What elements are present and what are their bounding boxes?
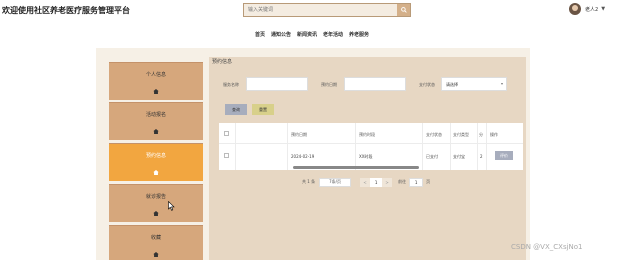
home-icon <box>153 129 159 134</box>
site-title: 欢迎使用社区养老医疗服务管理平台 <box>2 6 130 15</box>
search-box <box>243 3 411 17</box>
avatar <box>569 3 581 15</box>
home-icon <box>153 211 159 216</box>
table-col-divider <box>287 123 288 170</box>
search-input[interactable] <box>244 4 398 16</box>
table-cell-pay-status: 已支付 <box>426 154 438 159</box>
search-icon <box>400 7 407 13</box>
row-checkbox[interactable] <box>224 153 229 158</box>
column-header-action: 操作 <box>490 132 498 137</box>
table-scrollbar[interactable] <box>293 166 419 169</box>
status-select[interactable]: 请选择 ▾ <box>441 77 507 91</box>
service-name-label: 服务名称 <box>223 82 239 87</box>
breadcrumb: 预约信息 <box>212 59 233 65</box>
status-label: 支付状态 <box>419 82 435 87</box>
chevron-down-icon: ▾ <box>500 81 503 86</box>
review-button[interactable]: 评价 <box>495 151 513 160</box>
pagination-total: 共 1 条 <box>302 179 316 184</box>
goto-label: 前往 <box>398 179 407 184</box>
prev-page-button[interactable]: < <box>360 177 371 187</box>
page-unit-label: 页 <box>426 179 431 184</box>
column-header-pay-status: 支付状态 <box>426 132 442 137</box>
table-col-divider <box>355 123 356 170</box>
main-content: 预约信息 服务名称 预约日期 支付状态 请选择 ▾ 查询 重置 预约日期 预约时… <box>209 57 526 260</box>
table-col-divider <box>235 123 236 170</box>
sidebar-item-favorites[interactable]: 收藏 <box>109 225 203 260</box>
nav-item-home[interactable]: 首页 <box>255 31 265 41</box>
next-page-button[interactable]: > <box>382 177 393 187</box>
user-name: 老人2 <box>585 6 599 13</box>
page-number-current[interactable]: 1 <box>370 177 383 187</box>
home-icon <box>153 252 159 257</box>
table-cell-period: XX时段 <box>359 154 373 159</box>
date-label: 预约日期 <box>321 82 337 87</box>
pagination: 共 1 条 7条/页 < 1 > 前往 1 页 <box>302 177 430 187</box>
sidebar-item-label: 个人信息 <box>145 72 166 78</box>
home-icon <box>153 170 159 175</box>
nav-item-services[interactable]: 养老服务 <box>349 31 369 41</box>
main-nav: 首页 通知公告 新闻资讯 老年活动 养老服务 <box>0 31 624 41</box>
sidebar-item-appointments[interactable]: 预约信息 <box>109 143 203 181</box>
select-all-checkbox[interactable] <box>224 131 229 136</box>
table-col-divider <box>422 123 423 170</box>
table-cell-score: 2 <box>480 154 483 159</box>
appointments-table: 预约日期 预约时段 支付状态 支付类型 分 操作 2024-02-19 XX时段… <box>219 123 523 170</box>
table-col-divider <box>486 123 487 170</box>
table-cell-date: 2024-02-19 <box>291 154 315 159</box>
table-col-divider <box>477 123 478 170</box>
user-menu[interactable]: 老人2 ▼ <box>569 2 605 16</box>
page-size-value: 7条/页 <box>329 179 342 184</box>
nav-item-notices[interactable]: 通知公告 <box>271 31 291 41</box>
query-button[interactable]: 查询 <box>225 104 247 115</box>
table-col-divider <box>450 123 451 170</box>
mouse-cursor-icon <box>168 201 175 211</box>
sidebar-item-activity-signup[interactable]: 活动报名 <box>109 102 203 140</box>
search-button[interactable] <box>397 4 410 16</box>
sidebar-item-label: 就诊报告 <box>145 194 166 200</box>
column-header-date: 预约日期 <box>291 132 307 137</box>
page-size-select[interactable]: 7条/页 <box>319 177 352 187</box>
nav-item-news[interactable]: 新闻资讯 <box>297 31 317 41</box>
sidebar-item-label: 活动报名 <box>145 112 166 118</box>
sidebar: 个人信息 活动报名 预约信息 就诊报告 收藏 <box>109 62 203 260</box>
chevron-down-icon: ▼ <box>601 6 606 12</box>
reset-button[interactable]: 重置 <box>252 104 274 115</box>
service-name-input[interactable] <box>246 77 308 91</box>
sidebar-item-label: 预约信息 <box>145 153 166 159</box>
nav-item-activities[interactable]: 老年活动 <box>323 31 343 41</box>
goto-input[interactable]: 1 <box>409 177 424 187</box>
top-bar: 欢迎使用社区养老医疗服务管理平台 老人2 ▼ <box>0 0 624 22</box>
sidebar-item-profile[interactable]: 个人信息 <box>109 62 203 100</box>
home-icon <box>153 89 159 94</box>
column-header-score: 分 <box>479 132 483 137</box>
sidebar-item-reports[interactable]: 就诊报告 <box>109 184 203 222</box>
table-cell-pay-type: 支付宝 <box>453 154 465 159</box>
watermark: CSDN @VX_CXsjNo1 <box>511 243 583 251</box>
sidebar-item-label: 收藏 <box>150 235 161 241</box>
status-select-value: 请选择 <box>446 82 458 87</box>
column-header-period: 预约时段 <box>359 132 375 137</box>
date-input[interactable] <box>344 77 406 91</box>
column-header-pay-type: 支付类型 <box>453 132 469 137</box>
